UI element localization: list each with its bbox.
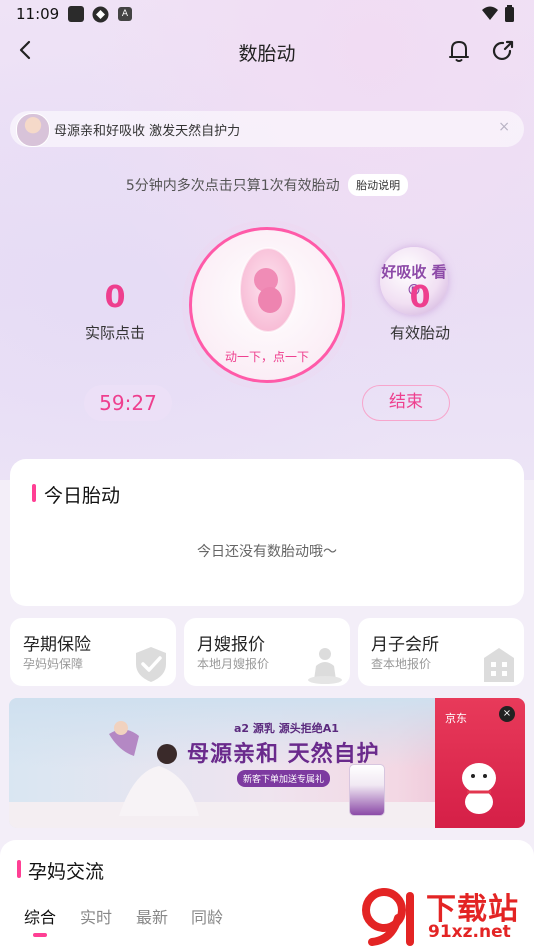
title-accent bbox=[17, 860, 21, 878]
service-insurance[interactable]: 孕期保险 孕妈妈保障 bbox=[10, 618, 176, 686]
tap-button[interactable]: 动一下，点一下 bbox=[189, 227, 345, 383]
tab-realtime[interactable]: 实时 bbox=[80, 904, 112, 928]
bell-icon[interactable] bbox=[446, 38, 472, 64]
hint-row: 5分钟内多次点击只算1次有效胎动 胎动说明 bbox=[0, 174, 534, 196]
close-icon[interactable]: × bbox=[498, 119, 510, 135]
empty-state-text: 今日还没有数胎动哦～ bbox=[197, 544, 337, 560]
banner-close-icon[interactable]: × bbox=[499, 706, 515, 722]
service-title: 月嫂报价 bbox=[197, 635, 265, 655]
effective-label: 有效胎动 bbox=[389, 324, 450, 342]
status-time: 11:09 bbox=[16, 5, 60, 23]
nanny-icon bbox=[308, 648, 342, 684]
timer: 59:27 bbox=[84, 385, 172, 421]
service-confinement[interactable]: 月子会所 查本地报价 bbox=[358, 618, 524, 686]
fetus-icon bbox=[239, 247, 297, 333]
ad-banner[interactable]: a2 源乳 源头拒绝A1 母源亲和 天然自护 新客下单加送专属礼 京东 × bbox=[9, 698, 525, 828]
ad-pill-text: 母源亲和好吸收 激发天然自护力 bbox=[54, 124, 241, 139]
today-card: 今日胎动 今日还没有数胎动哦～ bbox=[10, 459, 524, 606]
tab-comprehensive[interactable]: 综合 bbox=[24, 904, 56, 928]
shield-check-icon bbox=[136, 647, 166, 682]
active-tab-indicator bbox=[33, 933, 47, 937]
notification-icon bbox=[68, 6, 84, 22]
wifi-battery-icon bbox=[482, 5, 514, 22]
end-button[interactable]: 结束 bbox=[362, 385, 450, 421]
banner-brand: a2 源乳 源头拒绝A1 bbox=[234, 722, 339, 735]
service-subtitle: 查本地报价 bbox=[371, 657, 432, 671]
banner-headline: 母源亲和 天然自护 bbox=[187, 742, 380, 767]
hint-text: 5分钟内多次点击只算1次有效胎动 bbox=[125, 178, 340, 194]
service-nanny[interactable]: 月嫂报价 本地月嫂报价 bbox=[184, 618, 350, 686]
watermark: 下载站 91xz.net bbox=[362, 884, 532, 948]
watermark-url: 91xz.net bbox=[428, 922, 511, 942]
title-accent bbox=[32, 484, 36, 502]
actual-stat: 0 实际点击 bbox=[70, 280, 160, 343]
service-title: 月子会所 bbox=[371, 635, 439, 655]
community-title: 孕妈交流 bbox=[28, 861, 105, 883]
ad-pill[interactable]: 母源亲和好吸收 激发天然自护力 × bbox=[10, 111, 524, 147]
service-subtitle: 孕妈妈保障 bbox=[23, 657, 84, 671]
jd-mascot-icon bbox=[462, 763, 496, 814]
product-image bbox=[349, 764, 385, 816]
jd-logo: 京东 bbox=[445, 712, 467, 725]
app-icon bbox=[92, 6, 109, 23]
nav-bar: 数胎动 bbox=[0, 30, 534, 74]
effective-count: 0 bbox=[409, 280, 431, 315]
watermark-logo-icon bbox=[362, 888, 414, 946]
status-bar: 11:09 A bbox=[0, 0, 534, 30]
service-title: 孕期保险 bbox=[23, 635, 91, 655]
explain-button[interactable]: 胎动说明 bbox=[348, 174, 409, 196]
service-subtitle: 本地月嫂报价 bbox=[197, 657, 270, 671]
tab-same-age[interactable]: 同龄 bbox=[191, 904, 223, 928]
actual-label: 实际点击 bbox=[84, 324, 145, 342]
building-icon bbox=[484, 648, 514, 682]
today-title: 今日胎动 bbox=[44, 485, 121, 507]
share-icon[interactable] bbox=[490, 38, 516, 64]
banner-subtext: 新客下单加送专属礼 bbox=[237, 770, 331, 787]
a-icon: A bbox=[118, 7, 132, 21]
ad-avatar bbox=[16, 113, 50, 147]
tap-label: 动一下，点一下 bbox=[224, 350, 309, 364]
tab-latest[interactable]: 最新 bbox=[136, 904, 168, 928]
actual-count: 0 bbox=[104, 280, 126, 315]
effective-stat: 0 有效胎动 bbox=[375, 280, 465, 343]
